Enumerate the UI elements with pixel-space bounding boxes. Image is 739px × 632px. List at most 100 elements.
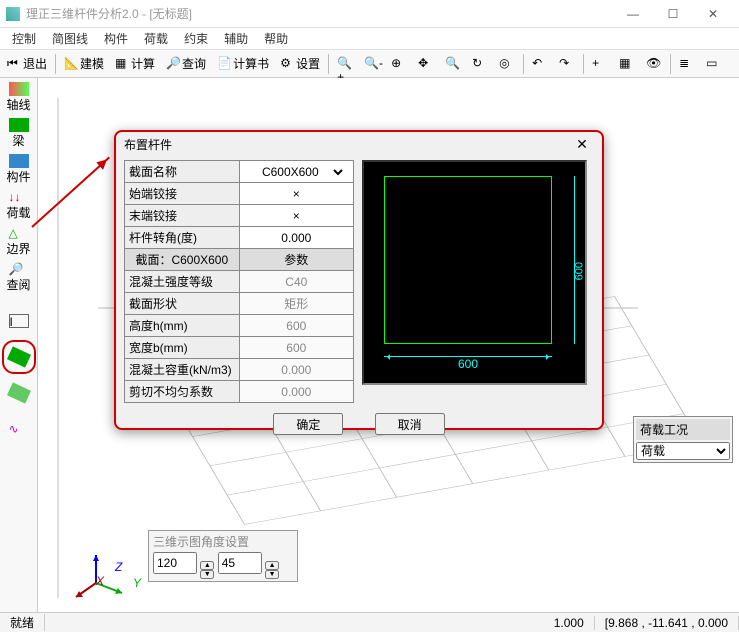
- column-icon: I: [9, 314, 29, 328]
- view-angle-header: 三维示图角度设置: [153, 533, 293, 550]
- view-angle-panel[interactable]: 三维示图角度设置 ▲▼ ▲▼: [148, 530, 298, 582]
- angle-b-up[interactable]: ▲: [265, 561, 279, 570]
- pencil-icon: [6, 382, 30, 403]
- section-outline: [384, 176, 552, 344]
- z-axis-label: Z: [115, 560, 122, 574]
- move-icon: ✥: [418, 56, 434, 72]
- rotate-button[interactable]: ↻: [467, 52, 493, 76]
- angle-a-down[interactable]: ▼: [200, 570, 214, 579]
- dialog-title: 布置杆件: [124, 136, 172, 153]
- status-coord: [9.868 , -11.641 , 0.000: [595, 616, 739, 630]
- zoom-window-icon: 🔍: [445, 56, 461, 72]
- height-dimension: 600: [574, 176, 575, 344]
- load-case-panel[interactable]: 荷载工况 荷载: [633, 416, 733, 463]
- calcbook-button[interactable]: 📄计算书: [212, 52, 274, 76]
- grid-icon: ▦: [619, 56, 635, 72]
- menu-constraint[interactable]: 约束: [176, 28, 216, 49]
- orbit-icon: ◎: [499, 56, 515, 72]
- status-ready: 就绪: [0, 614, 45, 631]
- exit-button[interactable]: ⏮退出: [2, 52, 52, 76]
- green-bar-icon: [6, 346, 30, 367]
- angle-a-input[interactable]: [153, 552, 197, 574]
- status-bar: 就绪 1.000 [9.868 , -11.641 , 0.000: [0, 612, 739, 632]
- orbit-button[interactable]: ◎: [494, 52, 520, 76]
- menu-load[interactable]: 荷载: [136, 28, 176, 49]
- status-scale: 1.000: [544, 616, 595, 630]
- load-tool[interactable]: ↓↓荷载: [2, 188, 36, 222]
- exit-icon: ⏮: [7, 56, 23, 72]
- model-button[interactable]: 📐建模: [59, 52, 109, 76]
- link-tool[interactable]: ∿: [2, 412, 36, 446]
- menu-sketch[interactable]: 简图线: [44, 28, 96, 49]
- plus-icon: +: [592, 56, 608, 72]
- member-tool[interactable]: 构件: [2, 152, 36, 186]
- rotation-cell[interactable]: 0.000: [239, 227, 353, 249]
- angle-b-down[interactable]: ▼: [265, 570, 279, 579]
- undo-button[interactable]: ↶: [527, 52, 553, 76]
- load-case-select[interactable]: 荷载: [636, 442, 730, 460]
- width-dimension: 600: [384, 356, 552, 371]
- gear-icon: ⚙: [280, 56, 296, 72]
- load-case-header: 荷载工况: [636, 419, 730, 440]
- menu-member[interactable]: 构件: [96, 28, 136, 49]
- dialog-close-button[interactable]: ✕: [570, 136, 594, 153]
- x-axis-label: X: [96, 574, 104, 588]
- zoom-window-button[interactable]: 🔍: [440, 52, 466, 76]
- place-member-tool[interactable]: [2, 340, 36, 374]
- query-icon: 🔎: [166, 56, 182, 72]
- place-member-dialog: 布置杆件 ✕ 截面名称 C600X600 始端铰接× 末端铰接× 杆件转角(度)…: [114, 130, 604, 430]
- menu-control[interactable]: 控制: [4, 28, 44, 49]
- close-button[interactable]: ✕: [693, 1, 733, 27]
- section-info-header: 截面：C600X600: [125, 249, 240, 271]
- calc-button[interactable]: ▦计算: [110, 52, 160, 76]
- layer-icon: ≣: [679, 56, 695, 72]
- grid-button[interactable]: ▦: [614, 52, 640, 76]
- zoom-fit-button[interactable]: ⊕: [386, 52, 412, 76]
- minimize-button[interactable]: —: [613, 1, 653, 27]
- color-button[interactable]: ▭: [701, 52, 727, 76]
- snap-button[interactable]: +: [587, 52, 613, 76]
- rotate-icon: ↻: [472, 56, 488, 72]
- redo-button[interactable]: ↷: [554, 52, 580, 76]
- ok-button[interactable]: 确定: [273, 413, 343, 435]
- zoom-out-button[interactable]: 🔍-: [359, 52, 385, 76]
- inspect-tool[interactable]: 🔎查阅: [2, 260, 36, 294]
- setting-button[interactable]: ⚙设置: [275, 52, 325, 76]
- zoom-in-button[interactable]: 🔍+: [332, 52, 358, 76]
- end-hinge-cell[interactable]: ×: [239, 205, 353, 227]
- member-icon: [9, 154, 29, 168]
- beam-tool[interactable]: 梁: [2, 116, 36, 150]
- menu-aux[interactable]: 辅助: [216, 28, 256, 49]
- start-hinge-cell[interactable]: ×: [239, 183, 353, 205]
- cancel-button[interactable]: 取消: [375, 413, 445, 435]
- target-icon: ⊕: [391, 56, 407, 72]
- beam-icon: [9, 118, 29, 132]
- calc-icon: ▦: [115, 56, 131, 72]
- column-tool[interactable]: I: [2, 304, 36, 338]
- axis-tool[interactable]: 轴线: [2, 80, 36, 114]
- angle-a-up[interactable]: ▲: [200, 561, 214, 570]
- model-icon: 📐: [64, 56, 80, 72]
- maximize-button[interactable]: ☐: [653, 1, 693, 27]
- redo-icon: ↷: [559, 56, 575, 72]
- row-section-name-label: 截面名称: [125, 161, 240, 183]
- load-icon: ↓↓: [9, 190, 29, 204]
- menu-help[interactable]: 帮助: [256, 28, 296, 49]
- menu-bar: 控制 简图线 构件 荷载 约束 辅助 帮助: [0, 28, 739, 50]
- axis-icon: [9, 82, 29, 96]
- angle-b-input[interactable]: [218, 552, 262, 574]
- param-header: 参数: [239, 249, 353, 271]
- boundary-tool[interactable]: △边界: [2, 224, 36, 258]
- view-button[interactable]: 👁: [641, 52, 667, 76]
- edit-tool[interactable]: [2, 376, 36, 410]
- boundary-icon: △: [9, 226, 29, 240]
- undo-icon: ↶: [532, 56, 548, 72]
- zoom-in-icon: 🔍+: [337, 56, 353, 72]
- inspect-icon: 🔎: [9, 262, 29, 276]
- book-icon: 📄: [217, 56, 233, 72]
- query-button[interactable]: 🔎查询: [161, 52, 211, 76]
- layer-button[interactable]: ≣: [674, 52, 700, 76]
- section-preview: 600 600: [362, 160, 587, 385]
- section-name-select[interactable]: C600X600: [246, 164, 346, 180]
- pan-button[interactable]: ✥: [413, 52, 439, 76]
